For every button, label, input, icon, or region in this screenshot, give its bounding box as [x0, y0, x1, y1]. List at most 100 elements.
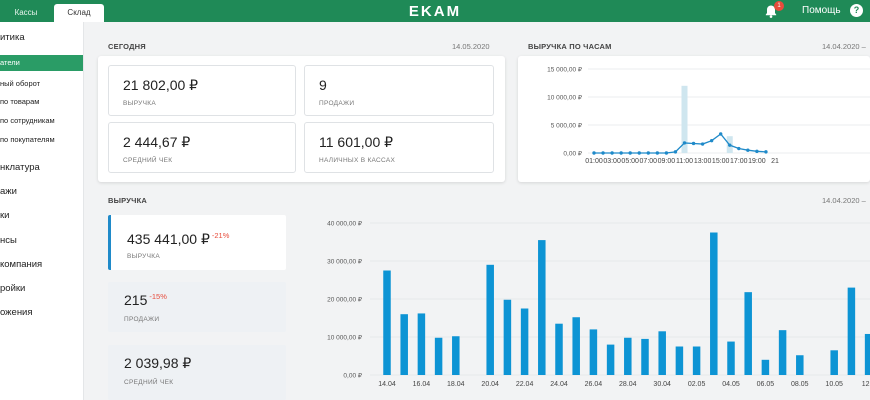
hourly-x-tick-label: 09:00 [658, 158, 676, 165]
hourly-x-tick-label: 11:00 [676, 158, 693, 165]
revenue-bar [864, 333, 870, 375]
revenue-bar [452, 336, 460, 375]
revenue-bar [675, 346, 684, 375]
hourly-point [664, 151, 669, 155]
revenue-x-tick-label: 08.05 [791, 381, 809, 388]
sidebar: итика атели ный оборот по товарам по сот… [0, 22, 84, 400]
sidebar-item-purchases[interactable]: ки [0, 210, 83, 221]
revenue-bar [503, 299, 512, 375]
stat-revenue-value: 21 802,00 ₽ [123, 77, 199, 93]
hourly-point [601, 151, 605, 155]
today-date: 14.05.2020 [452, 42, 490, 51]
hourly-point [728, 143, 732, 147]
revenue-bar [606, 344, 615, 375]
revenue-bar [538, 240, 546, 375]
stat-revenue: 21 802,00 ₽ ВЫРУЧКА [108, 65, 296, 116]
sidebar-item-settings[interactable]: ройки [0, 283, 83, 294]
stat-cash-value: 11 601,00 ₽ [319, 134, 394, 150]
hourly-point [682, 141, 687, 145]
help-icon[interactable]: ? [850, 4, 863, 17]
sidebar-item-apps[interactable]: ожения [0, 307, 83, 318]
revenue-x-tick-label: 14.04 [378, 381, 396, 388]
revenue-date: 14.04.2020 – [822, 196, 866, 205]
revenue-bar [710, 232, 718, 375]
revenue-bar [658, 331, 666, 375]
sidebar-item-analytics[interactable]: итика [0, 32, 83, 43]
sidebar-item-indicators[interactable]: атели [0, 55, 83, 71]
sidebar-item-company[interactable]: компания [0, 259, 83, 270]
hourly-point [637, 151, 641, 155]
revenue-bar [761, 359, 770, 375]
hourly-point [737, 146, 741, 151]
sidebar-item-finances[interactable]: нсы [0, 235, 83, 246]
revenue-card-average[interactable]: 2 039,98 ₽ СРЕДНИЙ ЧЕК [108, 345, 286, 400]
revenue-x-tick-label: 28.04 [619, 381, 637, 388]
stat-cash-label: НАЛИЧНЫХ В КАССАХ [319, 157, 396, 164]
sidebar-item-turnover[interactable]: ный оборот [0, 79, 83, 88]
hourly-point [700, 142, 705, 146]
revenue-sales-delta: -15% [149, 292, 167, 301]
revenue-bar [641, 338, 649, 375]
revenue-bar [572, 317, 580, 375]
sidebar-item-nomenclature[interactable]: нклатура [0, 162, 83, 173]
sidebar-item-by-employees[interactable]: по сотрудникам [0, 116, 83, 125]
today-panel: 21 802,00 ₽ ВЫРУЧКА 9 ПРОДАЖИ 2 444,67 ₽… [98, 56, 505, 182]
revenue-x-tick-label: 18.04 [447, 381, 465, 388]
revenue-total-label: ВЫРУЧКА [127, 253, 160, 260]
hourly-point [709, 138, 714, 143]
revenue-total-delta: -21% [211, 231, 230, 240]
hourly-x-tick-label: 05:00 [621, 158, 639, 165]
stat-average-check-label: СРЕДНИЙ ЧЕК [123, 157, 173, 164]
help-link[interactable]: Помощь [802, 4, 841, 18]
stat-revenue-label: ВЫРУЧКА [123, 100, 156, 107]
revenue-x-tick-label: 06.05 [757, 381, 775, 388]
revenue-x-tick-label: 24.04 [550, 381, 568, 388]
top-bar: Кассы Склад EKAM 1 Помощь ? [0, 0, 870, 22]
revenue-sales-value: 215 -15% [124, 292, 167, 308]
revenue-chart: 0,00 ₽ 10 000,00 ₽ 20 000,00 ₽ 30 000,00 ₽ 4… [327, 221, 870, 388]
revenue-y-tick-label: 0,00 ₽ [343, 373, 362, 380]
revenue-x-tick-label: 20.04 [481, 381, 499, 388]
revenue-x-tick-label: 04.05 [722, 381, 740, 388]
hourly-x-tick-label: 13:00 [694, 158, 712, 165]
hourly-point [719, 132, 723, 136]
sidebar-item-by-customers[interactable]: по покупателям [0, 135, 83, 144]
revenue-bar [383, 270, 391, 375]
hourly-y-tick-label: 0,00 ₽ [563, 151, 582, 158]
revenue-bar [417, 313, 426, 375]
hourly-y-tick-label: 10 000,00 ₽ [547, 95, 582, 102]
revenue-x-tick-label: 30.04 [653, 381, 671, 388]
hourly-x-tick-label: 21 [771, 158, 779, 165]
revenue-x-tick-label: 10.05 [825, 381, 843, 388]
revenue-bar [520, 308, 529, 375]
revenue-bar [727, 341, 735, 375]
revenue-x-tick-label: 22.04 [516, 381, 534, 388]
today-title: СЕГОДНЯ [108, 42, 146, 51]
hourly-point [755, 149, 759, 154]
revenue-bar [778, 330, 787, 375]
sidebar-item-sales[interactable]: ажи [0, 186, 83, 197]
hourly-x-tick-label: 07:00 [640, 158, 658, 165]
revenue-bar [400, 314, 408, 375]
hourly-point [673, 150, 678, 154]
hourly-x-tick-label: 19:00 [748, 158, 766, 165]
sidebar-item-by-products[interactable]: по товарам [0, 97, 83, 106]
hourly-point [646, 151, 650, 155]
revenue-card-total[interactable]: 435 441,00 ₽ -21% ВЫРУЧКА [108, 215, 286, 270]
revenue-average-label: СРЕДНИЙ ЧЕК [124, 379, 174, 386]
hourly-point [655, 151, 660, 155]
stat-sales-value: 9 [319, 77, 327, 93]
revenue-card-sales[interactable]: 215 -15% ПРОДАЖИ [108, 282, 286, 332]
hourly-x-tick-label: 17:00 [730, 158, 748, 165]
revenue-bar [486, 264, 494, 375]
revenue-y-tick-label: 20 000,00 ₽ [327, 297, 362, 304]
revenue-bar [744, 292, 752, 375]
hourly-point [628, 151, 632, 155]
hourly-date: 14.04.2020 – [822, 42, 866, 51]
hourly-point [610, 151, 614, 155]
revenue-y-tick-label: 10 000,00 ₽ [327, 335, 362, 342]
revenue-average-value: 2 039,98 ₽ [124, 355, 192, 371]
hourly-series-line [594, 133, 766, 154]
hourly-chart: 0,00 ₽ 5 000,00 ₽ 10 000,00 ₽ 15 000,00 ₽ 01… [547, 67, 870, 165]
hourly-y-tick-label: 15 000,00 ₽ [547, 67, 582, 74]
